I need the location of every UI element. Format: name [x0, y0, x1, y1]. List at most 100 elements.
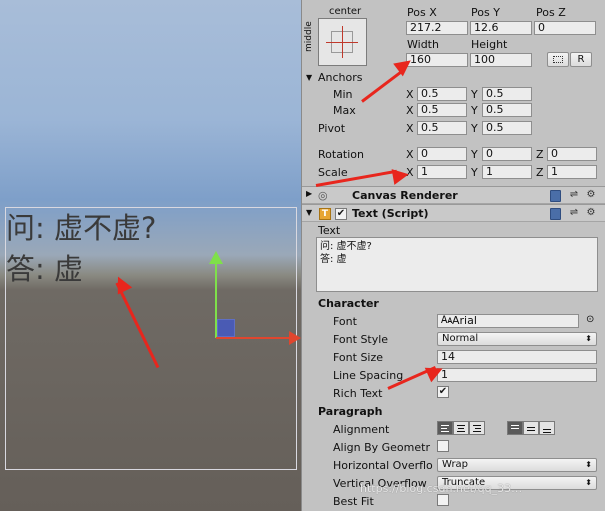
scene-text-line-2: 答: 虚 [6, 252, 83, 286]
align-bottom-button[interactable] [539, 421, 555, 435]
text-script-title: Text (Script) [352, 207, 429, 220]
scale-z-field[interactable]: 1 [547, 165, 597, 179]
pos-y-label: Pos Y [471, 6, 500, 19]
text-script-foldout-icon[interactable]: ▼ [306, 208, 312, 217]
rotation-x-axis-label: X [406, 148, 414, 161]
dropdown-arrows-icon: ⬍ [585, 478, 592, 487]
rotation-z-field[interactable]: 0 [547, 147, 597, 161]
rotation-z-axis-label: Z [536, 148, 544, 161]
anchors-label: Anchors [318, 71, 363, 84]
anchors-foldout-icon[interactable]: ▼ [306, 73, 312, 82]
align-by-geometry-label: Align By Geometr [333, 441, 430, 454]
font-object-field[interactable]: 🗛 Arial [437, 314, 579, 328]
preset-sliders-icon[interactable]: ⇌ [568, 207, 580, 219]
text-enabled-checkbox[interactable]: ✔ [335, 208, 347, 220]
scale-label: Scale [318, 166, 348, 179]
inspector-panel: center middle Pos X Pos Y Pos Z 217.2 12… [301, 0, 605, 511]
move-gizmo-plane-handle[interactable] [217, 319, 235, 337]
scale-x-field[interactable]: 1 [417, 165, 467, 179]
text-area-field[interactable]: 问: 虚不虚? 答: 虚 [316, 237, 598, 292]
height-field[interactable]: 100 [470, 53, 532, 67]
align-right-button[interactable] [469, 421, 485, 435]
best-fit-label: Best Fit [333, 495, 374, 508]
anchor-preset-side-label: middle [304, 21, 314, 52]
dropdown-arrows-icon: ⬍ [585, 460, 592, 469]
rotation-label: Rotation [318, 148, 365, 161]
canvas-renderer-header[interactable]: ▶ ◎ Canvas Renderer ⇌ ⚙ [302, 186, 605, 204]
watermark-text: https://blog.csdn.net/qq_33… [360, 482, 523, 495]
line-spacing-field[interactable]: 1 [437, 368, 597, 382]
text-area-line-2: 答: 虚 [320, 254, 347, 265]
canvas-renderer-component-icon: ◎ [318, 189, 328, 202]
anchor-min-x-field[interactable]: 0.5 [417, 87, 467, 101]
gear-icon[interactable]: ⚙ [585, 207, 597, 219]
move-gizmo-x-arrow-icon[interactable] [289, 331, 301, 345]
anchor-max-x-field[interactable]: 0.5 [417, 103, 467, 117]
font-label: Font [333, 315, 357, 328]
anchor-preset-button[interactable] [318, 18, 367, 66]
blueprint-mode-button[interactable] [547, 52, 569, 67]
align-center-button[interactable] [453, 421, 469, 435]
max-y-axis-label: Y [471, 104, 478, 117]
width-label: Width [407, 38, 439, 51]
text-area-line-1: 问: 虚不虚? [320, 241, 372, 252]
align-top-button[interactable] [507, 421, 523, 435]
pos-x-field[interactable]: 217.2 [406, 21, 468, 35]
anchor-min-y-field[interactable]: 0.5 [482, 87, 532, 101]
width-field[interactable]: 160 [406, 53, 468, 67]
align-middle-button[interactable] [523, 421, 539, 435]
anchor-max-y-field[interactable]: 0.5 [482, 103, 532, 117]
anchor-min-label: Min [333, 88, 353, 101]
rotation-y-field[interactable]: 0 [482, 147, 532, 161]
rotation-x-field[interactable]: 0 [417, 147, 467, 161]
canvas-renderer-foldout-icon[interactable]: ▶ [306, 189, 312, 198]
horizontal-overflow-dropdown[interactable]: Wrap ⬍ [437, 458, 597, 472]
font-style-dropdown[interactable]: Normal ⬍ [437, 332, 597, 346]
font-size-field[interactable]: 14 [437, 350, 597, 364]
align-by-geometry-checkbox[interactable] [437, 440, 449, 452]
preset-sliders-icon[interactable]: ⇌ [568, 189, 580, 201]
max-x-axis-label: X [406, 104, 414, 117]
font-value: Arial [452, 314, 477, 327]
move-gizmo-x-axis[interactable] [216, 337, 296, 339]
help-book-icon[interactable] [550, 208, 561, 220]
pos-z-label: Pos Z [536, 6, 566, 19]
rotation-y-axis-label: Y [471, 148, 478, 161]
pivot-y-field[interactable]: 0.5 [482, 121, 532, 135]
scale-y-field[interactable]: 1 [482, 165, 532, 179]
scale-z-axis-label: Z [536, 166, 544, 179]
font-style-label: Font Style [333, 333, 389, 346]
best-fit-checkbox[interactable] [437, 494, 449, 506]
scene-view[interactable]: 问: 虚不虚? 答: 虚 [0, 0, 301, 511]
anchor-preset-icon [326, 26, 358, 58]
align-left-button[interactable] [437, 421, 453, 435]
raw-edit-button[interactable]: R [570, 52, 592, 67]
pos-x-label: Pos X [407, 6, 437, 19]
scale-y-axis-label: Y [471, 166, 478, 179]
paragraph-section-label: Paragraph [318, 405, 383, 418]
pos-y-field[interactable]: 12.6 [470, 21, 532, 35]
min-y-axis-label: Y [471, 88, 478, 101]
help-book-icon[interactable] [550, 190, 561, 202]
text-component-icon: T [319, 208, 331, 220]
alignment-label: Alignment [333, 423, 390, 436]
object-picker-icon[interactable]: ⊙ [586, 314, 594, 325]
blueprint-icon [553, 56, 563, 63]
pivot-x-field[interactable]: 0.5 [417, 121, 467, 135]
horizontal-overflow-label: Horizontal Overflo [333, 459, 433, 472]
font-style-value: Normal [442, 333, 479, 344]
dropdown-arrows-icon: ⬍ [585, 334, 592, 343]
pos-z-field[interactable]: 0 [534, 21, 596, 35]
pivot-y-axis-label: Y [471, 122, 478, 135]
horizontal-overflow-value: Wrap [442, 459, 469, 470]
text-script-header[interactable]: ▼ T ✔ Text (Script) ⇌ ⚙ [302, 204, 605, 222]
anchor-preset-top-label: center [329, 6, 362, 17]
font-size-label: Font Size [333, 351, 384, 364]
rich-text-checkbox[interactable]: ✔ [437, 386, 449, 398]
text-field-label: Text [318, 224, 341, 237]
font-asset-icon: 🗛 [441, 315, 453, 326]
pivot-x-axis-label: X [406, 122, 414, 135]
gear-icon[interactable]: ⚙ [585, 189, 597, 201]
canvas-renderer-title: Canvas Renderer [352, 189, 458, 202]
anchor-max-label: Max [333, 104, 356, 117]
